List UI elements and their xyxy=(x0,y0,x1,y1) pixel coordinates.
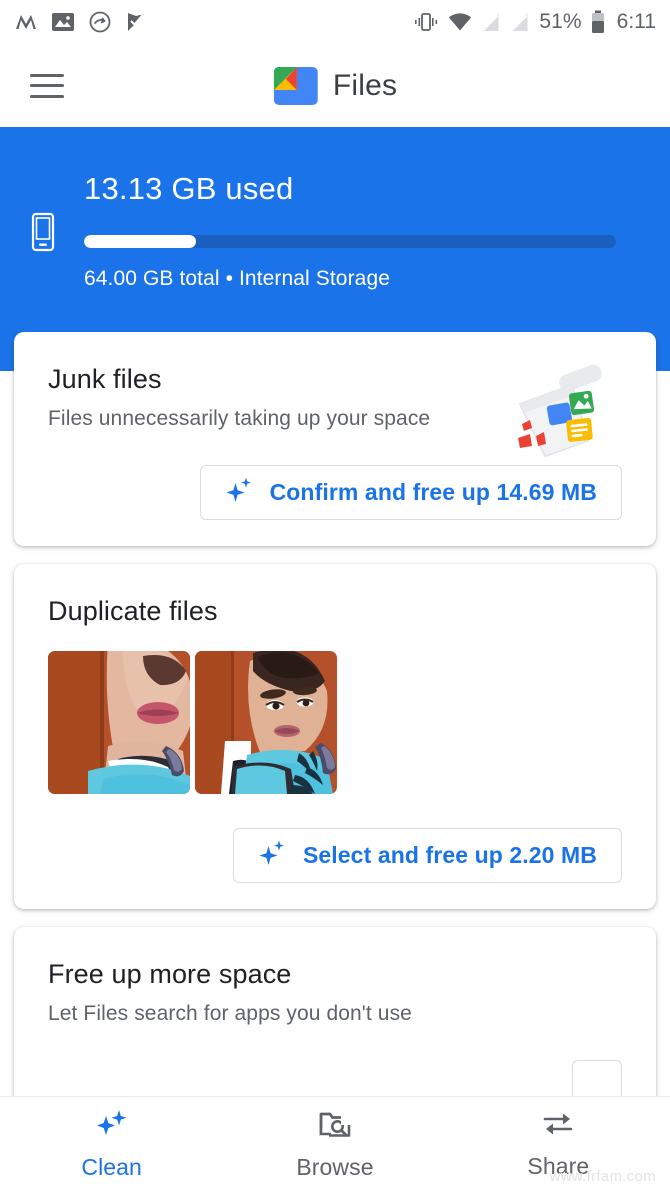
nav-tab-browse[interactable]: Browse xyxy=(223,1108,446,1181)
card-junk-files[interactable]: Junk files Files unnecessarily taking up… xyxy=(14,332,656,546)
app-title: Files xyxy=(332,68,398,102)
nav-tab-label: Clean xyxy=(81,1153,142,1180)
battery-percent-label: 51% xyxy=(539,10,582,33)
card-action-row: Confirm and free up 14.69 MB xyxy=(48,465,622,520)
sim-empty-icon-2 xyxy=(510,11,530,33)
clean-cards-list[interactable]: Junk files Files unnecessarily taking up… xyxy=(0,332,670,1096)
sparkle-icon xyxy=(258,839,286,872)
duplicate-thumbnails xyxy=(48,651,622,794)
nav-tab-label: Share xyxy=(527,1152,590,1179)
app-bar: Files xyxy=(0,44,670,127)
nav-tab-label: Browse xyxy=(296,1153,374,1180)
photo-icon xyxy=(51,11,75,33)
checkmark-flag-icon xyxy=(125,10,147,34)
status-bar: 51% 6:11 xyxy=(0,0,670,44)
status-bar-notifications xyxy=(14,10,147,34)
storage-used-label: 13.13 GB used xyxy=(84,171,294,206)
files-app-logo xyxy=(273,63,319,109)
mountain-peaks-icon xyxy=(14,10,38,34)
storage-total-label: 64.00 GB total • Internal Storage xyxy=(84,267,391,290)
free-up-more-button[interactable] xyxy=(572,1060,622,1096)
card-free-up-more-space[interactable]: Free up more space Let Files search for … xyxy=(14,927,656,1096)
card-duplicate-files[interactable]: Duplicate files Select and free up 2.20 … xyxy=(14,564,656,909)
nav-tab-share[interactable]: Share xyxy=(447,1109,670,1180)
action-label: Confirm and free up 14.69 MB xyxy=(269,479,597,505)
action-label: Select and free up 2.20 MB xyxy=(302,842,597,868)
wifi-icon xyxy=(448,12,472,32)
bottom-navigation[interactable]: Clean Browse Share xyxy=(0,1096,670,1191)
card-action-row: Select and free up 2.20 MB xyxy=(48,828,622,883)
card-title: Duplicate files xyxy=(48,596,218,626)
select-free-up-button[interactable]: Select and free up 2.20 MB xyxy=(232,828,622,883)
storage-progress-fill xyxy=(84,235,196,248)
vibrate-icon xyxy=(413,11,439,33)
battery-icon xyxy=(591,10,605,34)
card-title: Free up more space xyxy=(48,959,292,989)
clock-arrow-icon xyxy=(88,10,112,34)
duplicate-photo-2[interactable] xyxy=(195,651,337,794)
share-arrows-icon xyxy=(541,1109,575,1144)
nav-tab-clean[interactable]: Clean xyxy=(0,1108,223,1181)
app-brand: Files xyxy=(273,63,397,109)
storage-progress-bar xyxy=(84,235,616,248)
folder-search-icon xyxy=(318,1108,353,1145)
sparkle-icon xyxy=(225,476,253,509)
duplicate-photo-1[interactable] xyxy=(48,651,190,794)
hamburger-menu-icon[interactable] xyxy=(30,73,64,98)
confirm-free-up-button[interactable]: Confirm and free up 14.69 MB xyxy=(199,465,622,520)
card-action-row xyxy=(48,1060,622,1096)
clock-label: 6:11 xyxy=(616,10,656,33)
card-subtitle: Let Files search for apps you don't use xyxy=(48,1002,412,1025)
status-bar-system-icons: 51% 6:11 xyxy=(413,10,656,34)
sim-empty-icon-1 xyxy=(481,11,501,33)
dustpan-junk-icon xyxy=(508,362,628,472)
phone-icon xyxy=(29,212,57,257)
sparkles-icon xyxy=(94,1108,130,1145)
